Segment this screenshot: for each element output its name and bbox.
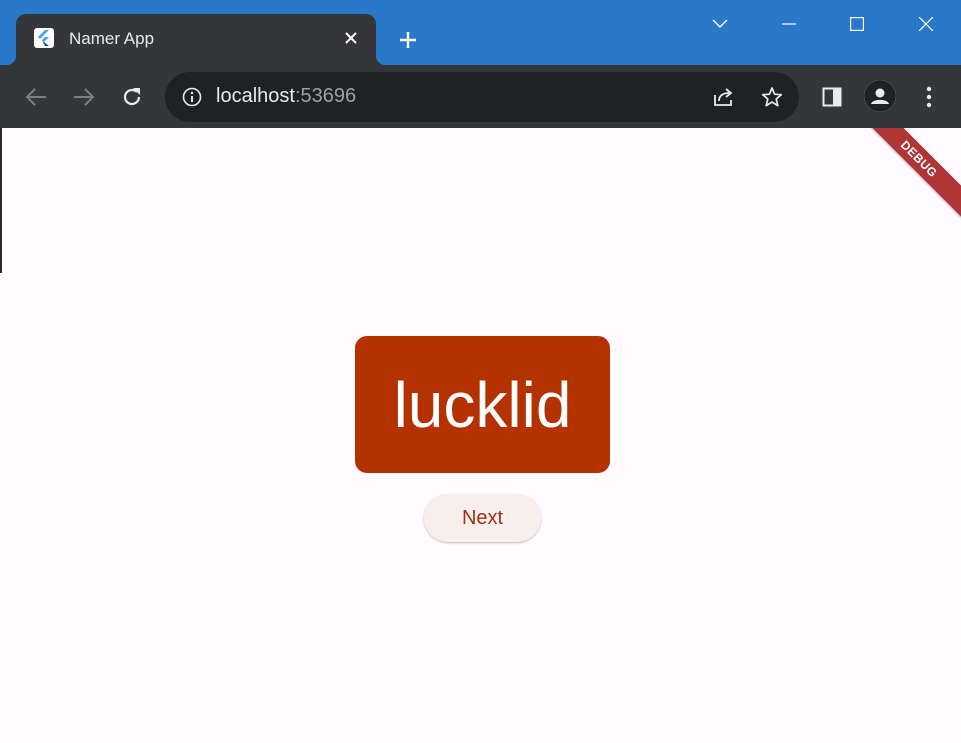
reload-icon[interactable] (116, 81, 148, 113)
star-icon[interactable] (760, 85, 784, 109)
debug-banner: DEBUG (854, 128, 961, 224)
minimize-icon[interactable] (773, 8, 805, 40)
word-pair-card: lucklid (355, 336, 610, 473)
next-button[interactable]: Next (424, 494, 541, 542)
close-tab-icon[interactable] (340, 27, 362, 49)
side-panel-icon[interactable] (816, 81, 848, 113)
app-viewport: DEBUG lucklid Next (0, 128, 961, 743)
window-edge-divider (0, 128, 2, 273)
new-tab-icon[interactable] (394, 26, 422, 54)
kebab-menu-icon[interactable] (913, 81, 945, 113)
tab-title: Namer App (69, 29, 155, 48)
url-text[interactable]: localhost:53696 (216, 85, 356, 108)
browser-tab[interactable]: Namer App (6, 14, 386, 65)
maximize-icon[interactable] (841, 8, 873, 40)
address-bar[interactable]: localhost:53696 (165, 72, 799, 122)
flutter-logo-icon (34, 28, 54, 48)
url-port: :53696 (294, 85, 357, 107)
info-icon[interactable] (180, 85, 204, 109)
url-host: localhost (216, 85, 295, 107)
arrow-left-icon[interactable] (20, 81, 52, 113)
tab-search-chevron-down-icon[interactable] (704, 8, 736, 40)
arrow-right-icon[interactable] (68, 81, 100, 113)
person-icon[interactable] (864, 80, 896, 112)
browser-title-bar: Namer App (0, 0, 961, 65)
word-pair-text: lucklid (393, 368, 572, 441)
share-icon[interactable] (712, 85, 736, 109)
browser-toolbar: localhost:53696 (0, 65, 961, 128)
close-window-icon[interactable] (910, 8, 942, 40)
